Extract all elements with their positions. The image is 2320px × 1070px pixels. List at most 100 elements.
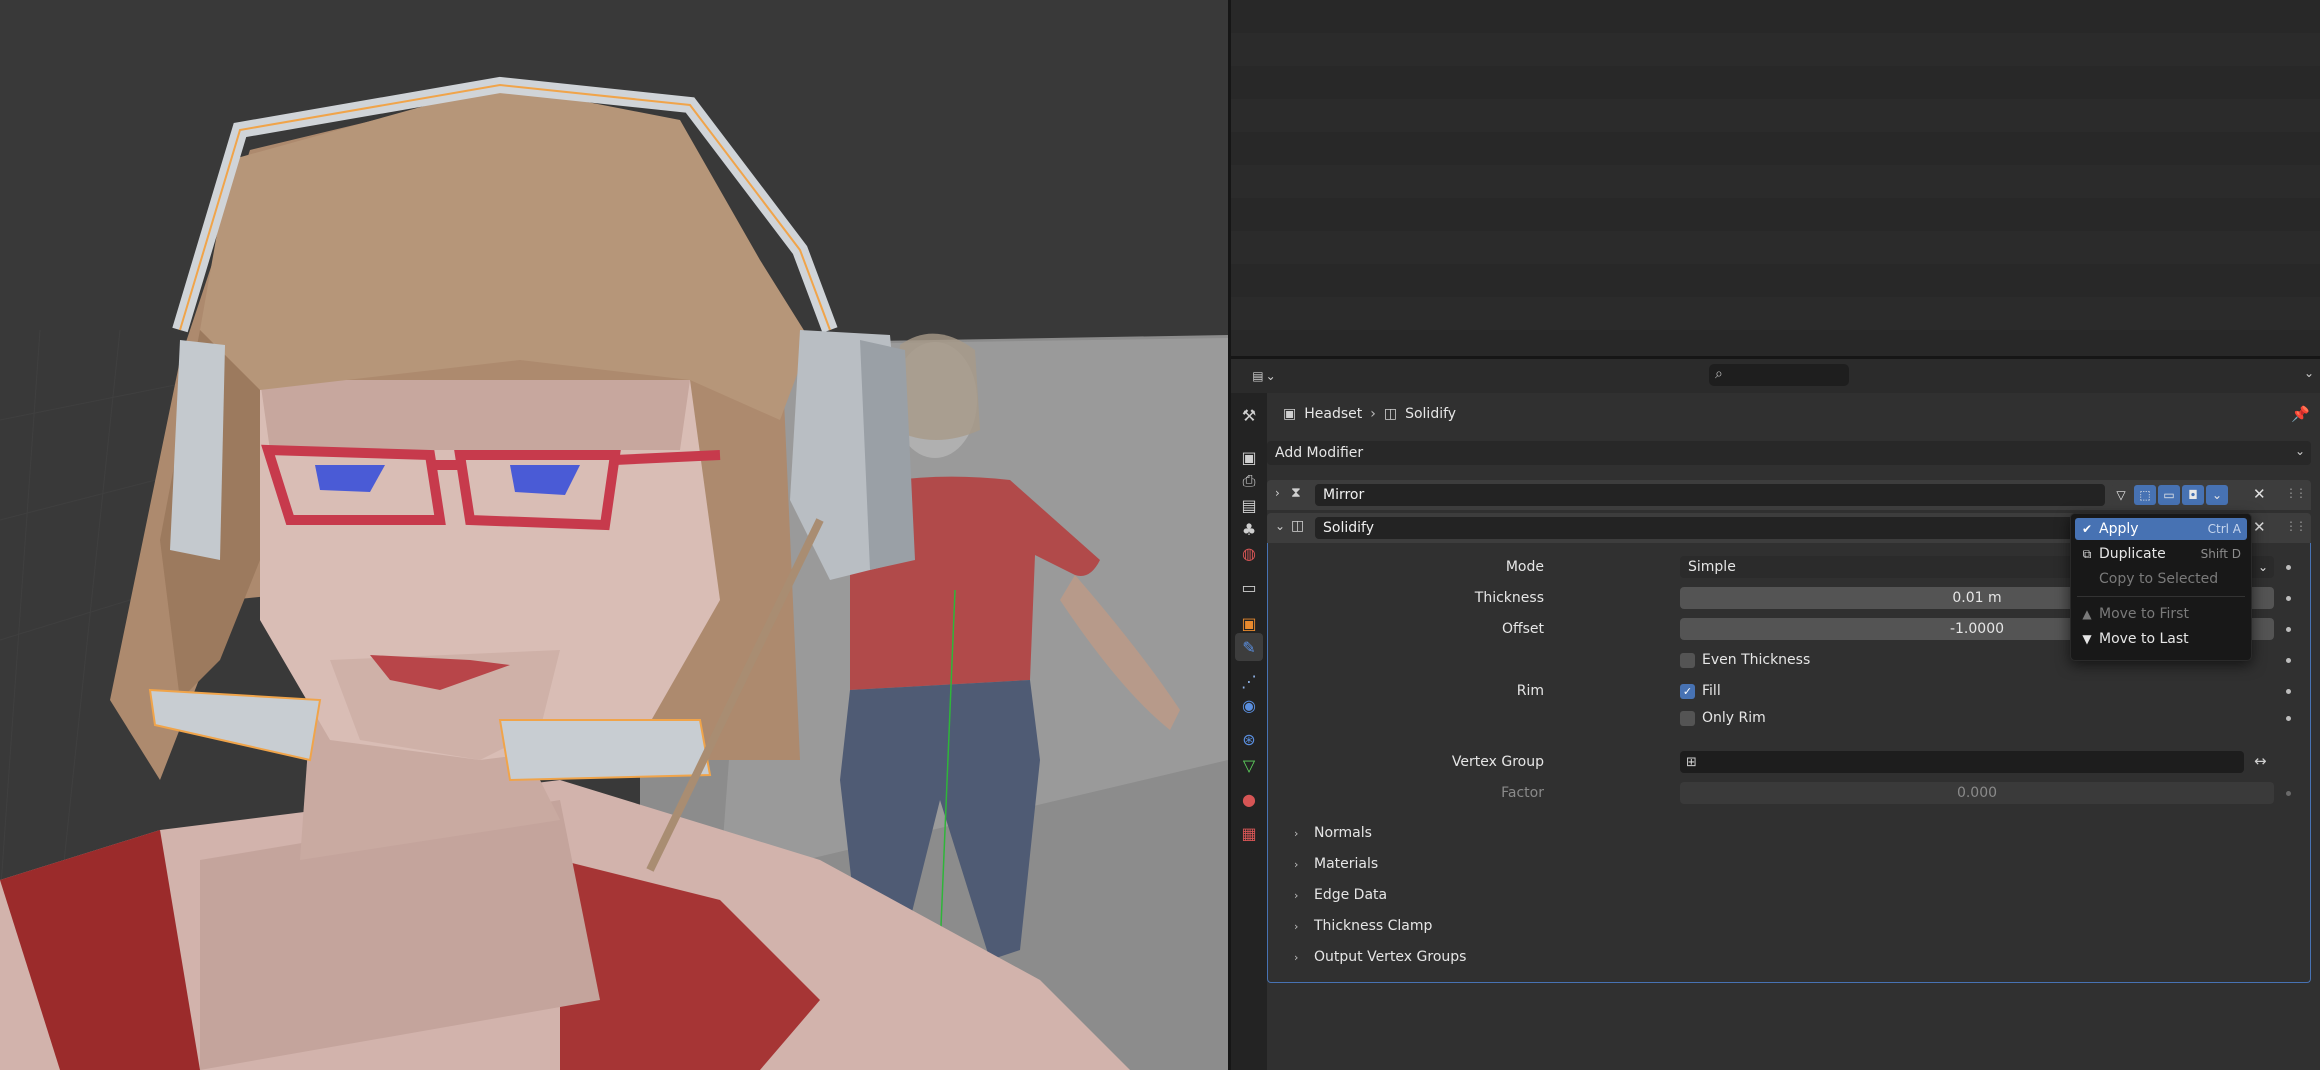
keyframe-dot[interactable] [2286, 716, 2291, 721]
chevron-down-icon: ⌄ [1265, 369, 1276, 383]
solidify-name-text: Solidify [1323, 520, 1374, 536]
chevron-down-icon[interactable]: ⌄ [2304, 366, 2314, 380]
output-vertex-groups-subpanel[interactable]: › Output Vertex Groups [1294, 946, 1466, 968]
breadcrumb-separator: › [1370, 406, 1376, 422]
mode-value: Simple [1688, 559, 1736, 575]
properties-header: ▤ ⌄ ⌕ ⌄ [1231, 359, 2320, 393]
data-tab[interactable]: ▽ [1235, 751, 1263, 779]
image-icon: ▤ [1241, 495, 1257, 515]
normals-label: Normals [1314, 825, 1372, 841]
chevron-right-icon[interactable]: › [1275, 486, 1280, 500]
chevron-right-icon: › [1294, 826, 1299, 840]
printer-icon: ⎙ [1242, 471, 1256, 490]
add-modifier-button[interactable]: Add Modifier ⌄ [1267, 441, 2311, 465]
offset-value: -1.0000 [1949, 621, 2005, 637]
wrench-icon: ✎ [1242, 637, 1256, 657]
pin-icon[interactable]: 📌 [2291, 405, 2310, 423]
properties-editor-icon: ▤ [1252, 369, 1264, 383]
mirror-modifier-icon: ⧗ [1291, 485, 1301, 501]
editor-type-button[interactable]: ▤ ⌄ [1247, 365, 1281, 387]
menu-item-copy-to-selected[interactable]: Copy to Selected [2075, 568, 2247, 590]
mirror-name-field[interactable]: Mirror [1315, 484, 2105, 506]
material-icon: ● [1242, 789, 1256, 809]
edge-data-subpanel[interactable]: › Edge Data [1294, 884, 1387, 906]
rim-label: Rim [1516, 683, 1544, 699]
only-rim-label: Only Rim [1702, 710, 1766, 726]
physics-icon: ◉ [1242, 695, 1256, 715]
solidify-modifier-icon: ◫ [1291, 518, 1305, 534]
materials-label: Materials [1314, 856, 1379, 872]
menu-item-shortcut: Shift D [2200, 547, 2241, 561]
modifiers-tab[interactable]: ✎ [1235, 633, 1263, 661]
vertex-group-icon: ⊞ [1686, 754, 1697, 770]
modifier-menu-button[interactable]: ⌄ [2206, 485, 2228, 505]
menu-item-duplicate[interactable]: ⧉ Duplicate Shift D [2075, 543, 2247, 565]
thickness-clamp-label: Thickness Clamp [1314, 918, 1433, 934]
viewport-toggle[interactable]: ▭ [2158, 485, 2180, 505]
thickness-value: 0.01 m [1952, 590, 2002, 606]
factor-value: 0.000 [1956, 785, 1998, 801]
mirror-name-text: Mirror [1323, 487, 1365, 503]
keyframe-dot[interactable] [2286, 791, 2291, 796]
add-modifier-label: Add Modifier [1275, 445, 1364, 461]
on-cage-toggle[interactable]: ▽ [2110, 485, 2132, 505]
keyframe-dot[interactable] [2286, 627, 2291, 632]
keyframe-dot[interactable] [2286, 658, 2291, 663]
mirror-toolbar: ▽ ⬚ ▭ ◘ ⌄ [2110, 485, 2228, 505]
scene-icon: ♣ [1241, 519, 1257, 539]
breadcrumb-modifier: Solidify [1405, 406, 1457, 422]
triangle-up-icon: ▲ [2082, 607, 2092, 621]
drag-handle-icon[interactable]: ⋮⋮ [2285, 486, 2307, 500]
3d-viewport[interactable] [0, 0, 1228, 1070]
only-rim-checkbox[interactable] [1680, 711, 1695, 726]
constraint-icon: ⊛ [1242, 729, 1256, 749]
keyframe-dot[interactable] [2286, 596, 2291, 601]
search-icon: ⌕ [1715, 366, 1723, 382]
outliner-area[interactable] [1231, 0, 2320, 356]
physics-tab[interactable]: ◉ [1235, 691, 1263, 719]
thickness-label: Thickness [1474, 590, 1544, 606]
close-icon[interactable]: ✕ [2253, 518, 2266, 536]
drag-handle-icon[interactable]: ⋮⋮ [2285, 519, 2307, 533]
search-input[interactable]: ⌕ [1709, 364, 1849, 386]
close-icon[interactable]: ✕ [2253, 485, 2266, 503]
keyframe-dot[interactable] [2286, 565, 2291, 570]
chevron-down-icon: ⌄ [2294, 444, 2305, 458]
modifier-extras-menu: ✔ Apply Ctrl A ⧉ Duplicate Shift D Copy … [2070, 513, 2252, 661]
mirror-modifier-header[interactable]: › ⧗ Mirror ▽ ⬚ ▭ ◘ ⌄ ✕ ⋮⋮ [1267, 480, 2311, 510]
even-thickness-checkbox[interactable] [1680, 653, 1695, 668]
vertex-group-field[interactable]: ⊞ [1680, 751, 2244, 773]
chevron-right-icon: › [1294, 950, 1299, 964]
mode-label: Mode [1505, 559, 1544, 575]
normals-subpanel[interactable]: › Normals [1294, 822, 1372, 844]
particles-icon: ⋰ [1241, 671, 1257, 691]
chevron-down-icon[interactable]: ⌄ [1275, 519, 1285, 533]
solidify-name-field[interactable]: Solidify [1315, 517, 2105, 539]
constraints-tab[interactable]: ⊛ [1235, 725, 1263, 753]
render-toggle[interactable]: ◘ [2182, 485, 2204, 505]
menu-item-move-to-first[interactable]: ▲ Move to First [2075, 603, 2247, 625]
collection-tab[interactable]: ▭ [1235, 573, 1263, 601]
keyframe-dot[interactable] [2286, 689, 2291, 694]
mesh-data-icon: ▽ [1242, 755, 1256, 775]
tool-tab[interactable]: ⚒ [1235, 401, 1263, 429]
world-tab[interactable]: ◍ [1235, 539, 1263, 567]
viewport-scene[interactable] [0, 0, 1228, 1070]
chevron-right-icon: › [1294, 888, 1299, 902]
material-tab[interactable]: ● [1235, 785, 1263, 813]
chevron-down-icon: ⌄ [2257, 560, 2268, 574]
fill-checkbox[interactable]: ✓ [1680, 684, 1695, 699]
menu-item-apply[interactable]: ✔ Apply Ctrl A [2075, 518, 2247, 540]
menu-item-move-to-last[interactable]: ▼ Move to Last [2075, 628, 2247, 650]
edit-mode-toggle[interactable]: ⬚ [2134, 485, 2156, 505]
materials-subpanel[interactable]: › Materials [1294, 853, 1378, 875]
chevron-right-icon: › [1294, 919, 1299, 933]
invert-arrows-icon[interactable]: ↔ [2254, 752, 2267, 770]
chevron-down-icon: ⌄ [2211, 488, 2223, 502]
breadcrumb: ▣ Headset › ◫ Solidify [1267, 403, 1456, 425]
menu-item-label: Apply [2099, 521, 2139, 537]
factor-field[interactable]: 0.000 [1680, 782, 2274, 804]
menu-item-label: Duplicate [2099, 546, 2166, 562]
thickness-clamp-subpanel[interactable]: › Thickness Clamp [1294, 915, 1432, 937]
texture-tab[interactable]: ▦ [1235, 819, 1263, 847]
